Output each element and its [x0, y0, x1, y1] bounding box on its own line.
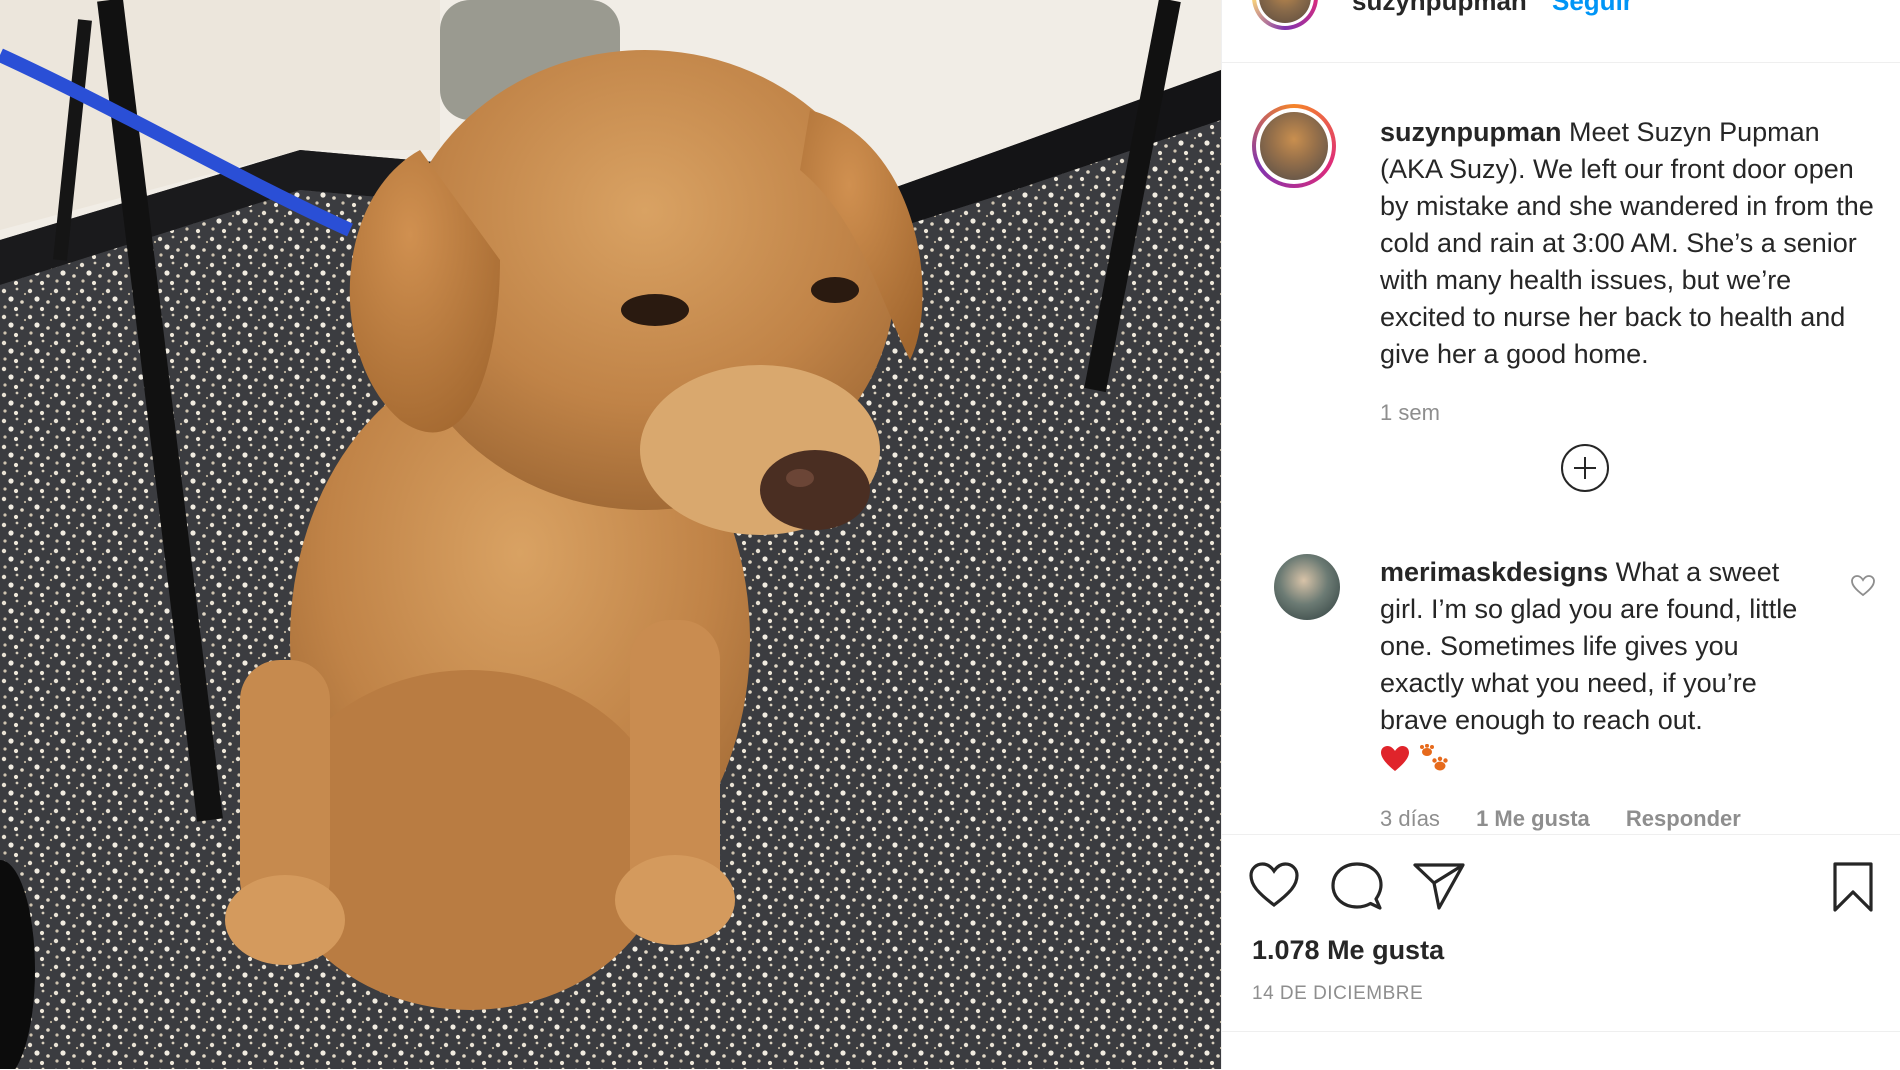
- header-avatar[interactable]: [1252, 0, 1318, 30]
- comment-time[interactable]: 3 días: [1380, 806, 1440, 831]
- dog-photo-image: [0, 0, 1221, 1069]
- comment-likes[interactable]: 1 Me gusta: [1476, 806, 1590, 831]
- reply-button[interactable]: Responder: [1626, 806, 1741, 831]
- bookmark-icon[interactable]: [1831, 861, 1875, 913]
- post-actions: 1.078 Me gusta 14 DE DICIEMBRE: [1222, 834, 1900, 1070]
- paw-prints-emoji-icon: [1419, 743, 1448, 771]
- follow-button[interactable]: Seguir: [1552, 0, 1633, 17]
- comment-text-block: merimaskdesigns What a sweet girl. I’m s…: [1380, 554, 1830, 776]
- post-sidebar: suzynpupman Seguir suzynpupman Meet Suzy…: [1221, 0, 1900, 1069]
- caption-text-block: suzynpupman Meet Suzyn Pupman (AKA Suzy)…: [1380, 114, 1875, 373]
- comment-item: merimaskdesigns What a sweet girl. I’m s…: [1252, 554, 1882, 834]
- caption-username[interactable]: suzynpupman: [1380, 117, 1562, 147]
- post-header: suzynpupman Seguir: [1222, 0, 1900, 63]
- comment-meta: 3 días 1 Me gusta Responder: [1380, 806, 1771, 832]
- comment-icon[interactable]: [1330, 861, 1384, 913]
- red-heart-emoji-icon: [1381, 745, 1409, 771]
- comment-username[interactable]: merimaskdesigns: [1380, 557, 1608, 587]
- divider: [1222, 1031, 1900, 1032]
- comment-avatar[interactable]: [1274, 554, 1340, 620]
- likes-count[interactable]: 1.078 Me gusta: [1252, 935, 1444, 966]
- paper-plane-icon[interactable]: [1412, 861, 1466, 911]
- heart-icon[interactable]: [1248, 861, 1300, 909]
- header-username[interactable]: suzynpupman: [1352, 0, 1527, 17]
- small-heart-icon[interactable]: [1850, 574, 1876, 598]
- post-date[interactable]: 14 DE DICIEMBRE: [1252, 983, 1423, 1005]
- plus-circle-icon[interactable]: [1561, 444, 1609, 492]
- caption-avatar[interactable]: [1252, 104, 1336, 188]
- caption-timestamp[interactable]: 1 sem: [1380, 400, 1440, 426]
- caption-text: Meet Suzyn Pupman (AKA Suzy). We left ou…: [1380, 117, 1874, 369]
- post-photo[interactable]: [0, 0, 1221, 1069]
